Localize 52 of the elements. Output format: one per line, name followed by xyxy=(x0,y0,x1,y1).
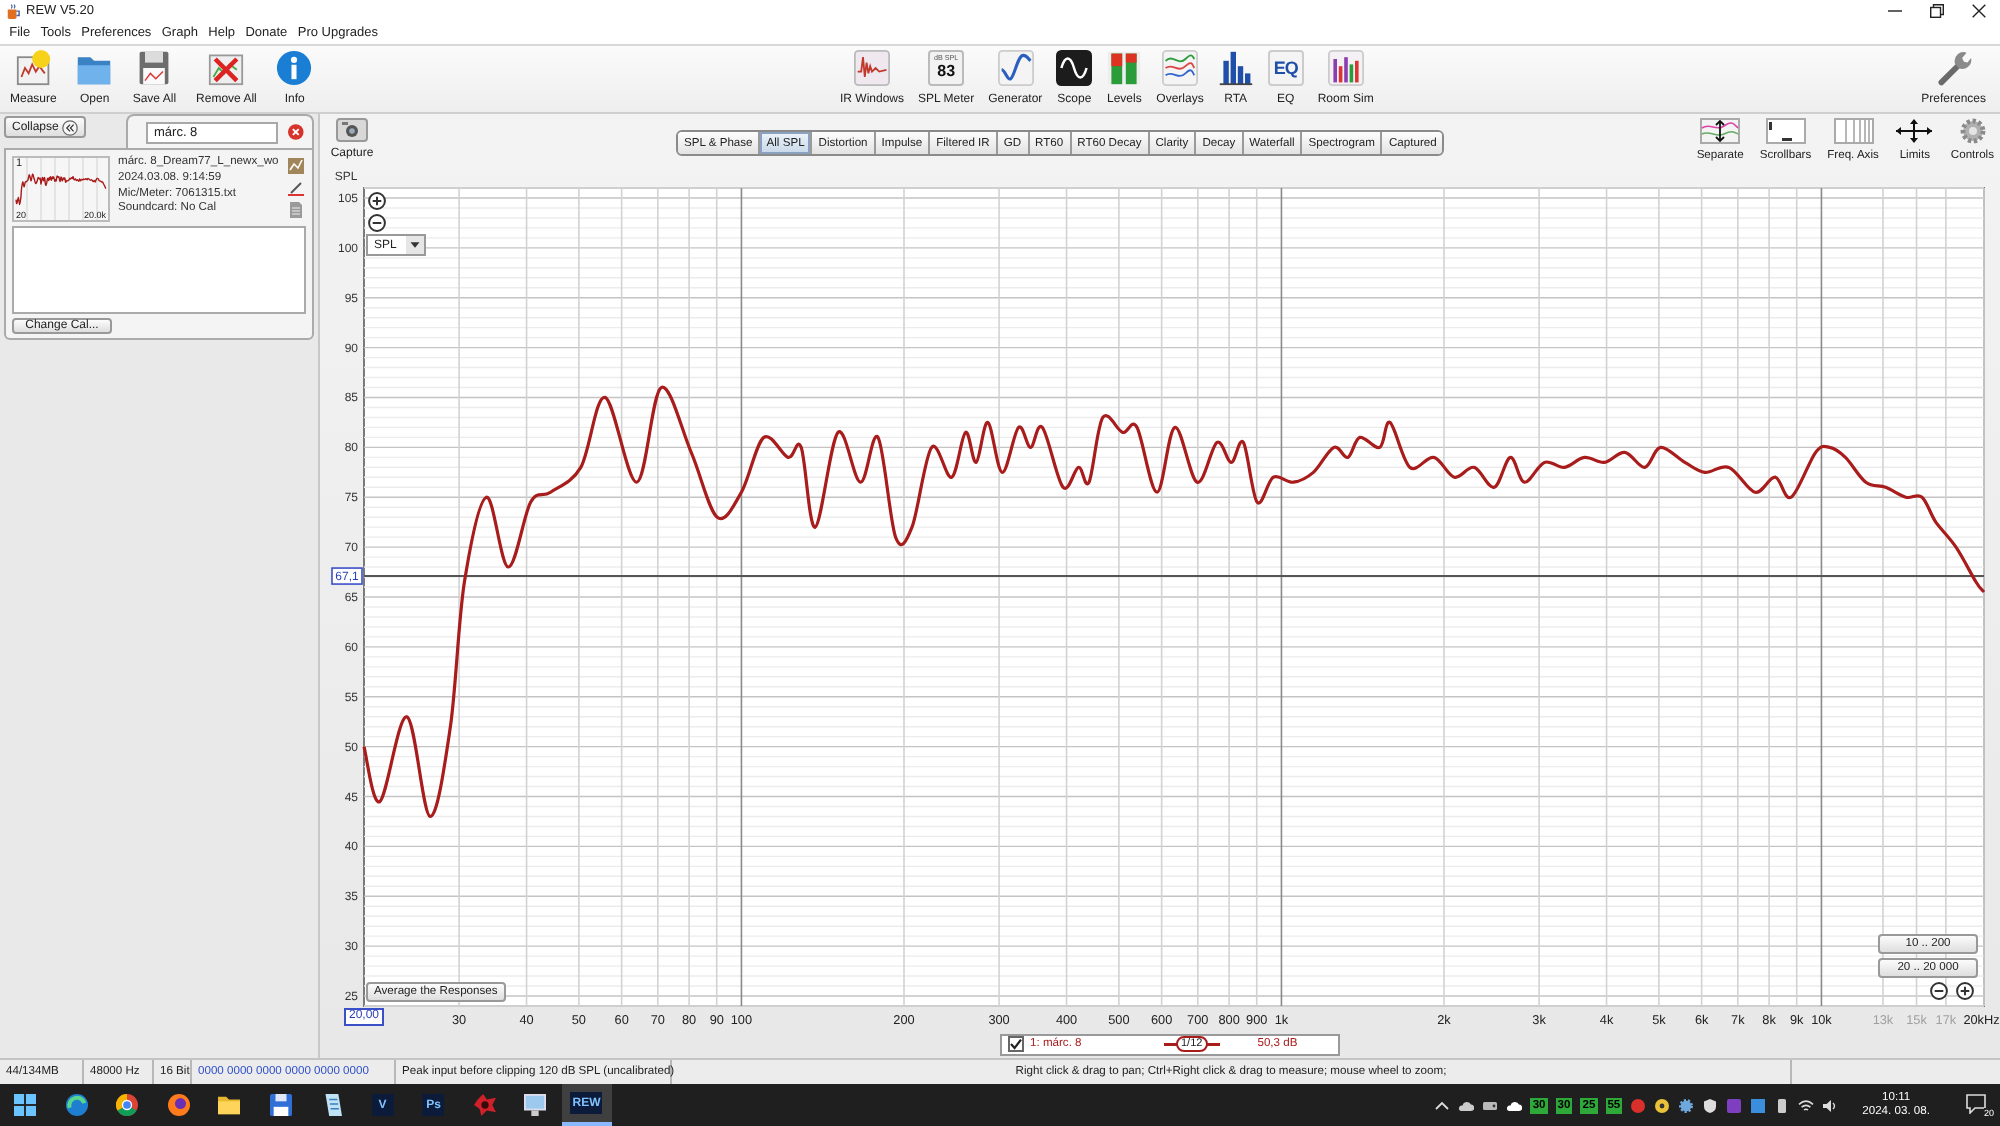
info-icon xyxy=(276,50,313,86)
double-chevron-icon xyxy=(62,119,79,135)
notes-field[interactable] xyxy=(12,226,306,314)
speech-bubble-icon[interactable] xyxy=(1966,1093,1986,1113)
chevron-up-icon[interactable] xyxy=(1434,1097,1451,1113)
meter-reading: 83 xyxy=(937,63,956,80)
dot-icon[interactable] xyxy=(1630,1097,1647,1113)
waveform-icon xyxy=(854,50,890,86)
chart-tile-icon[interactable] xyxy=(288,158,305,174)
zoom-in-icon[interactable] xyxy=(1956,982,1974,1000)
chart-sun-icon xyxy=(15,50,52,86)
cloud-icon[interactable] xyxy=(1506,1097,1523,1113)
four-arrows-icon xyxy=(1894,118,1935,144)
folder-icon xyxy=(218,1094,241,1116)
grid-lines-icon xyxy=(1833,118,1874,144)
zoom-in-icon[interactable] xyxy=(368,192,386,210)
oscilloscope-icon xyxy=(1056,50,1093,86)
square-icon[interactable] xyxy=(1750,1097,1767,1113)
curves-arrows-icon xyxy=(1700,118,1741,144)
close-icon xyxy=(1972,4,1986,18)
cup-icon xyxy=(6,3,20,19)
wifi-icon[interactable] xyxy=(1798,1097,1815,1113)
disc-icon[interactable] xyxy=(1654,1097,1671,1113)
bar-chart-icon xyxy=(1217,50,1254,86)
chart-cross-icon xyxy=(208,50,245,86)
scrollbar-icon xyxy=(1765,118,1806,144)
wrench-icon xyxy=(1935,50,1972,86)
gear-icon[interactable] xyxy=(1678,1097,1695,1113)
monitor-icon xyxy=(524,1094,547,1116)
zoom-out-icon[interactable] xyxy=(368,214,386,232)
document-icon xyxy=(320,1094,343,1116)
four-panes-icon xyxy=(14,1094,37,1116)
speaker-icon[interactable] xyxy=(1822,1097,1839,1113)
splash-icon xyxy=(473,1094,496,1116)
minimize-icon xyxy=(1888,10,1902,12)
cloud-icon[interactable] xyxy=(1458,1097,1475,1113)
restore-icon xyxy=(1930,4,1944,18)
segmented-circle-icon xyxy=(116,1094,139,1116)
tile-icon[interactable] xyxy=(1726,1097,1743,1113)
swirl-icon xyxy=(65,1094,88,1116)
camera-icon xyxy=(336,118,368,142)
eq-logo: EQ xyxy=(1267,50,1304,86)
cursor-line[interactable] xyxy=(363,575,1985,578)
pencil-icon[interactable] xyxy=(288,180,305,196)
disc-icon xyxy=(167,1094,190,1116)
close-icon[interactable] xyxy=(288,124,304,140)
drive-icon[interactable] xyxy=(1482,1097,1499,1113)
gear-icon xyxy=(1959,118,1986,144)
zoom-out-icon[interactable] xyxy=(1930,982,1948,1000)
checkbox[interactable] xyxy=(1008,1036,1024,1052)
shield-icon[interactable] xyxy=(1702,1097,1719,1113)
level-bars-icon xyxy=(1106,50,1143,86)
